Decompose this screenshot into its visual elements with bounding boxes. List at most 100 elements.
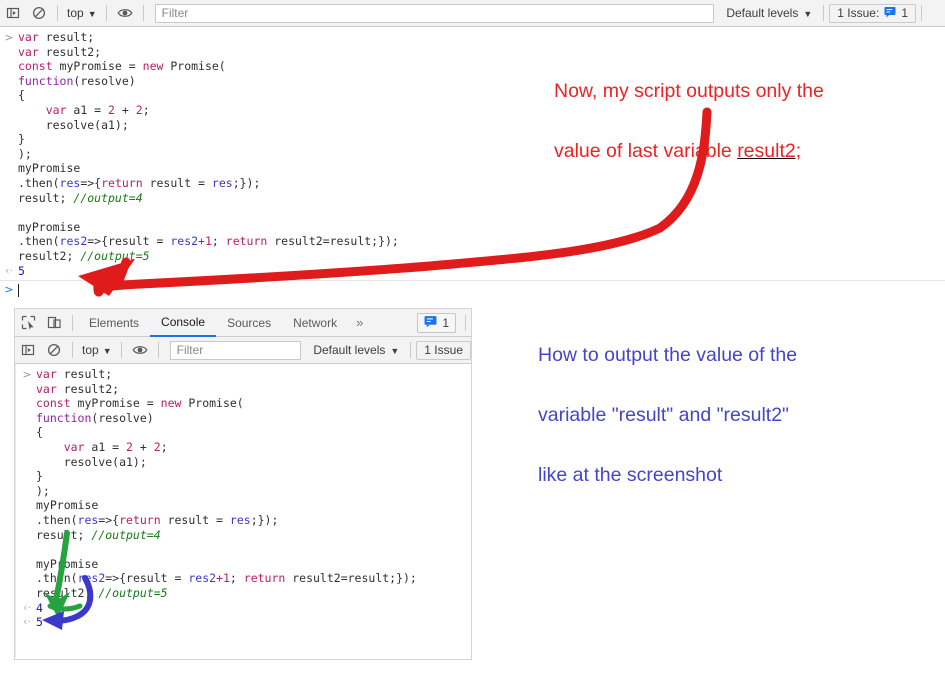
issues-label: 1 Issue — [424, 343, 463, 357]
code-token: var — [18, 30, 39, 44]
code-token: a1 = — [84, 439, 127, 454]
clear-console-icon[interactable] — [41, 337, 67, 363]
inspect-element-icon[interactable] — [15, 310, 41, 336]
output-return-icon: ‹· — [5, 263, 13, 277]
code-line: const myPromise = new Promise( — [18, 59, 399, 74]
code-line: var result2; — [18, 45, 399, 60]
console-code-lines: var result; var result2; const myPromise =… — [36, 367, 417, 601]
code-token: .then( — [36, 571, 78, 586]
input-prompt-glyph: > — [4, 31, 14, 44]
console-output-row: ‹· 5 — [18, 615, 471, 630]
log-levels-selector[interactable]: Default levels ▼ — [720, 6, 818, 20]
code-token: myPromise = — [52, 59, 143, 74]
filter-input[interactable]: Filter — [169, 340, 302, 360]
issues-badge[interactable]: 1 Issue: 1 — [829, 3, 916, 23]
code-token: return — [119, 512, 161, 527]
code-token: //output=4 — [91, 527, 161, 542]
tab-console[interactable]: Console — [150, 309, 217, 337]
console-prompt-row[interactable]: > — [0, 281, 945, 299]
messages-badge[interactable]: 1 — [417, 312, 456, 333]
code-line: result2; //output=5 — [18, 249, 399, 264]
console-code-lines: var result; var result2; const myPromise =… — [18, 30, 399, 264]
code-token: ; — [211, 234, 226, 249]
code-token: Promise( — [163, 59, 226, 74]
console-sidebar-icon[interactable] — [15, 337, 41, 363]
red-note-line2-prefix: value of last variable — [554, 140, 738, 162]
code-token: =>{ — [80, 175, 102, 190]
code-line: result; //output=4 — [36, 528, 417, 543]
code-token: result; — [56, 367, 113, 381]
code-token: return — [101, 175, 143, 190]
filter-input[interactable]: Filter — [154, 3, 715, 23]
toolbar-divider — [57, 5, 58, 21]
code-token: resolve(a1); — [18, 117, 129, 132]
code-token: //output=5 — [80, 248, 150, 263]
code-token: myPromise — [18, 219, 81, 234]
code-token: result2; — [56, 381, 120, 396]
log-levels-label: Default levels — [313, 343, 386, 357]
code-token: var — [45, 102, 67, 117]
filter-placeholder: Filter — [176, 343, 204, 357]
console-output-value: 5 — [18, 263, 25, 278]
live-expression-eye-icon[interactable] — [112, 0, 138, 26]
code-line: .then(res2=>{result = res2+1; return res… — [36, 571, 417, 586]
clear-console-icon[interactable] — [26, 0, 52, 26]
chevron-down-icon: ▼ — [87, 8, 97, 19]
code-token: + — [114, 102, 136, 117]
toolbar-divider — [921, 5, 922, 21]
code-token: new — [142, 59, 164, 74]
console-sidebar-icon[interactable] — [0, 0, 26, 26]
code-token: result = — [160, 512, 230, 527]
tab-network[interactable]: Network — [282, 309, 348, 336]
execution-context-selector[interactable]: top ▼ — [78, 343, 116, 357]
code-line: myPromise — [36, 557, 417, 572]
code-line: ); — [18, 147, 399, 162]
log-levels-selector[interactable]: Default levels ▼ — [307, 343, 405, 357]
code-token: return — [243, 571, 286, 586]
code-token: 2 — [126, 439, 133, 454]
code-token: Promise( — [181, 396, 244, 411]
red-annotation-note: Now, my script outputs only the value of… — [554, 46, 924, 196]
code-line: resolve(a1); — [18, 118, 399, 133]
code-line: var a1 = 2 + 2; — [36, 440, 417, 455]
code-token: res — [77, 512, 99, 527]
code-token: function — [36, 410, 92, 425]
code-line: var a1 = 2 + 2; — [18, 103, 399, 118]
code-line: myPromise — [18, 220, 399, 235]
code-token: function — [18, 73, 74, 88]
execution-context-selector[interactable]: top ▼ — [63, 6, 101, 20]
tabs-divider — [465, 314, 466, 331]
code-token: 2 — [135, 102, 143, 117]
code-token: a1 = — [66, 102, 109, 117]
device-toolbar-icon[interactable] — [41, 310, 67, 336]
toolbar-divider — [142, 5, 144, 21]
code-line: myPromise — [36, 498, 417, 513]
nested-devtools-screenshot: Elements Console Sources Network » 1 top… — [14, 308, 472, 660]
toolbar-divider — [823, 5, 825, 21]
blue-note-line1: How to output the value of the — [538, 344, 798, 366]
code-token: result2; — [38, 44, 102, 59]
more-tabs-icon[interactable]: » — [348, 315, 371, 330]
code-token: result; — [18, 190, 74, 205]
code-token: ; — [160, 439, 168, 454]
blue-note-line3: like at the screenshot — [538, 464, 723, 486]
console-output-row: ‹· 5 — [0, 264, 945, 279]
tab-elements[interactable]: Elements — [78, 309, 150, 336]
code-line: } — [36, 469, 417, 484]
chevron-down-icon: ▼ — [102, 345, 112, 356]
toolbar-divider — [120, 342, 122, 358]
tab-sources[interactable]: Sources — [216, 309, 282, 336]
code-line: var result2; — [36, 382, 417, 397]
issues-badge[interactable]: 1 Issue — [416, 340, 471, 360]
nested-console-output-area: > var result; var result2; const myPromise… — [15, 364, 471, 657]
code-token: var — [63, 439, 85, 454]
code-token: =>{result = — [87, 234, 171, 249]
live-expression-eye-icon[interactable] — [127, 337, 153, 363]
console-input-entry: > var result; var result2; const myPromise… — [18, 364, 471, 601]
code-token: ; — [229, 571, 244, 586]
devtools-tabs-bar: Elements Console Sources Network » 1 — [15, 309, 471, 337]
issues-message-icon — [424, 315, 437, 331]
